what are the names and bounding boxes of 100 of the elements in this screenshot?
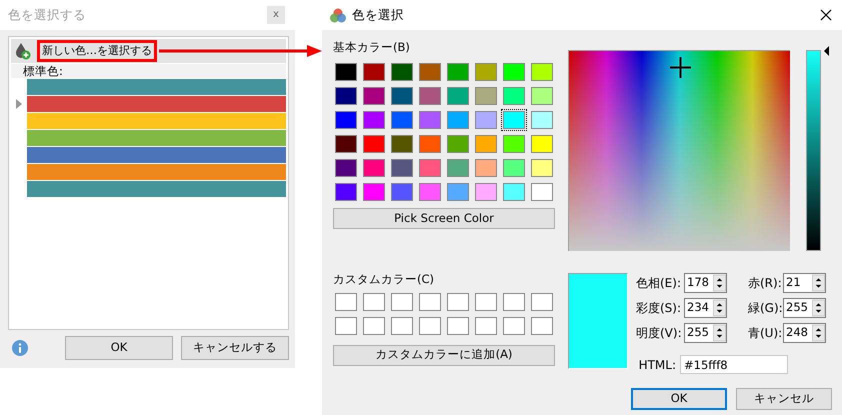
close-button[interactable]: x bbox=[267, 6, 285, 24]
color-swatch[interactable] bbox=[445, 109, 471, 132]
color-swatch[interactable] bbox=[529, 109, 555, 132]
spin-field[interactable]: 21 bbox=[784, 274, 812, 292]
color-swatch[interactable] bbox=[27, 79, 286, 95]
color-swatch[interactable] bbox=[445, 157, 471, 180]
color-swatch[interactable] bbox=[473, 109, 499, 132]
color-swatch[interactable] bbox=[529, 157, 555, 180]
spinner-arrows-icon[interactable] bbox=[812, 324, 825, 342]
color-swatch[interactable] bbox=[529, 85, 555, 108]
custom-color-swatch[interactable] bbox=[501, 314, 527, 336]
custom-color-swatch[interactable] bbox=[501, 290, 527, 312]
color-swatch[interactable] bbox=[501, 109, 527, 132]
add-color-icon[interactable] bbox=[15, 42, 31, 60]
color-swatch[interactable] bbox=[361, 157, 387, 180]
value-slider[interactable] bbox=[806, 50, 821, 251]
close-icon[interactable] bbox=[820, 9, 832, 21]
spin-box[interactable]: 234 bbox=[684, 298, 727, 318]
color-swatch[interactable] bbox=[361, 133, 387, 156]
custom-color-swatch[interactable] bbox=[389, 314, 415, 336]
spin-field[interactable]: 234 bbox=[685, 299, 713, 317]
custom-color-swatch[interactable] bbox=[529, 290, 555, 312]
color-swatch[interactable] bbox=[389, 85, 415, 108]
custom-color-swatch[interactable] bbox=[473, 290, 499, 312]
custom-color-swatch[interactable] bbox=[333, 290, 359, 312]
spinner-arrows-icon[interactable] bbox=[812, 274, 825, 292]
color-swatch[interactable] bbox=[445, 61, 471, 84]
color-swatch[interactable] bbox=[27, 164, 286, 180]
spin-field[interactable]: 178 bbox=[685, 274, 713, 292]
custom-color-swatch[interactable] bbox=[361, 290, 387, 312]
color-swatch[interactable] bbox=[333, 109, 359, 132]
color-swatch[interactable] bbox=[501, 181, 527, 204]
spinner-arrows-icon[interactable] bbox=[713, 274, 726, 292]
color-swatch[interactable] bbox=[389, 109, 415, 132]
color-swatch[interactable] bbox=[501, 133, 527, 156]
color-swatch[interactable] bbox=[417, 109, 443, 132]
spin-box[interactable]: 255 bbox=[684, 323, 727, 343]
color-swatch[interactable] bbox=[27, 130, 286, 146]
custom-color-swatch[interactable] bbox=[417, 314, 443, 336]
dialog-button[interactable]: キャンセル bbox=[736, 388, 832, 410]
spin-box[interactable]: 248 bbox=[783, 323, 826, 343]
color-swatch[interactable] bbox=[473, 133, 499, 156]
color-swatch[interactable] bbox=[473, 181, 499, 204]
color-swatch[interactable] bbox=[417, 133, 443, 156]
spin-field[interactable]: 248 bbox=[784, 324, 812, 342]
color-swatch[interactable] bbox=[389, 133, 415, 156]
color-swatch[interactable] bbox=[417, 181, 443, 204]
color-swatch[interactable] bbox=[389, 61, 415, 84]
color-swatch[interactable] bbox=[445, 85, 471, 108]
color-swatch[interactable] bbox=[333, 157, 359, 180]
custom-color-swatch[interactable] bbox=[333, 314, 359, 336]
slider-arrow-icon[interactable] bbox=[824, 46, 829, 56]
color-swatch[interactable] bbox=[501, 157, 527, 180]
color-swatch[interactable] bbox=[27, 147, 286, 163]
custom-color-swatch[interactable] bbox=[417, 290, 443, 312]
spin-box[interactable]: 255 bbox=[783, 298, 826, 318]
color-swatch[interactable] bbox=[389, 157, 415, 180]
dialog-button[interactable]: OK bbox=[631, 388, 727, 410]
custom-color-swatch[interactable] bbox=[445, 290, 471, 312]
crosshair-icon[interactable] bbox=[670, 57, 691, 78]
color-swatch[interactable] bbox=[417, 61, 443, 84]
custom-color-swatch[interactable] bbox=[473, 314, 499, 336]
color-swatch[interactable] bbox=[333, 133, 359, 156]
add-custom-color-button[interactable]: カスタムカラーに追加(A) bbox=[333, 344, 555, 366]
color-swatch[interactable] bbox=[529, 61, 555, 84]
color-swatch[interactable] bbox=[361, 181, 387, 204]
new-color-label[interactable]: 新しい色…を選択する bbox=[37, 40, 157, 62]
color-swatch[interactable] bbox=[27, 113, 286, 129]
spinner-arrows-icon[interactable] bbox=[713, 299, 726, 317]
color-swatch[interactable] bbox=[445, 133, 471, 156]
spinner-arrows-icon[interactable] bbox=[812, 299, 825, 317]
color-swatch[interactable] bbox=[333, 85, 359, 108]
spin-box[interactable]: 178 bbox=[684, 273, 727, 293]
custom-color-swatch[interactable] bbox=[445, 314, 471, 336]
color-swatch[interactable] bbox=[333, 181, 359, 204]
spin-field[interactable]: 255 bbox=[685, 324, 713, 342]
color-swatch[interactable] bbox=[417, 85, 443, 108]
color-swatch[interactable] bbox=[361, 61, 387, 84]
color-swatch[interactable] bbox=[417, 157, 443, 180]
color-spectrum[interactable] bbox=[568, 50, 790, 251]
pick-screen-color-button[interactable]: Pick Screen Color bbox=[333, 208, 555, 230]
html-color-field[interactable]: #15fff8 bbox=[680, 355, 788, 374]
spin-field[interactable]: 255 bbox=[784, 299, 812, 317]
custom-color-swatch[interactable] bbox=[529, 314, 555, 336]
color-swatch[interactable] bbox=[501, 85, 527, 108]
color-swatch[interactable] bbox=[389, 181, 415, 204]
color-swatch[interactable] bbox=[27, 181, 286, 197]
color-swatch[interactable] bbox=[361, 109, 387, 132]
spin-box[interactable]: 21 bbox=[783, 273, 826, 293]
color-swatch[interactable] bbox=[473, 61, 499, 84]
color-swatch[interactable] bbox=[501, 61, 527, 84]
dialog-button[interactable]: OK bbox=[65, 336, 173, 360]
color-swatch[interactable] bbox=[529, 133, 555, 156]
custom-color-swatch[interactable] bbox=[389, 290, 415, 312]
color-swatch[interactable] bbox=[333, 61, 359, 84]
color-swatch[interactable] bbox=[361, 85, 387, 108]
spinner-arrows-icon[interactable] bbox=[713, 324, 726, 342]
color-swatch[interactable] bbox=[445, 181, 471, 204]
color-swatch[interactable] bbox=[529, 181, 555, 204]
dialog-button[interactable]: キャンセルする bbox=[181, 336, 289, 360]
